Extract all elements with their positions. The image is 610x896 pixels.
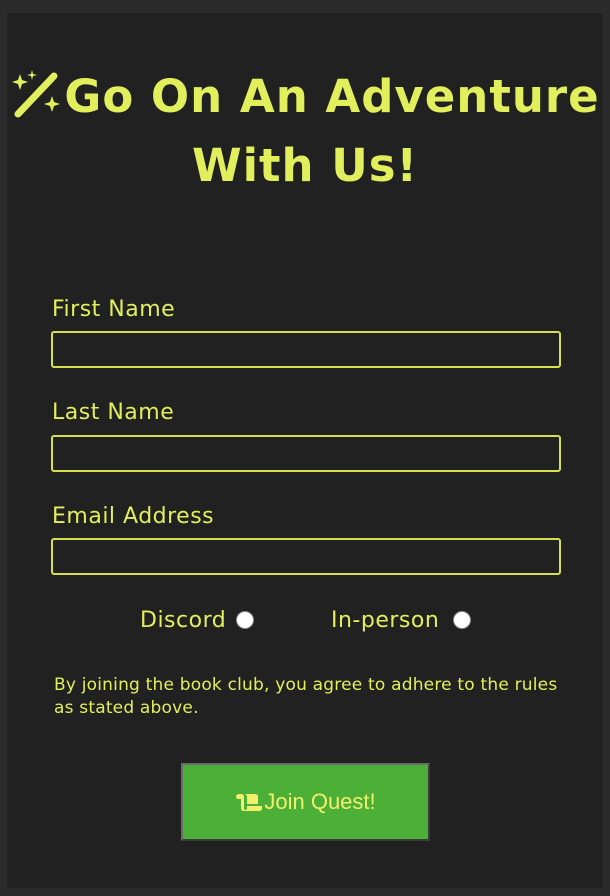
- page-title: Go On An Adventure With Us!: [0, 62, 610, 200]
- first-name-input[interactable]: [51, 331, 561, 368]
- last-name-input[interactable]: [51, 435, 561, 472]
- title-text: Go On An Adventure With Us!: [64, 70, 600, 192]
- discord-option-label: Discord: [140, 608, 227, 633]
- last-name-label: Last Name: [52, 400, 175, 425]
- email-input[interactable]: [51, 538, 561, 575]
- first-name-label: First Name: [52, 297, 176, 322]
- discord-radio[interactable]: [236, 611, 254, 629]
- magic-wand-sparkles-icon: [10, 68, 62, 118]
- in-person-radio[interactable]: [453, 611, 471, 629]
- email-label: Email Address: [52, 504, 215, 529]
- join-quest-label: Join Quest!: [264, 789, 376, 814]
- scroll-icon: [236, 794, 263, 811]
- agreement-text: By joining the book club, you agree to a…: [54, 675, 558, 718]
- in-person-option-label: In-person: [331, 608, 440, 633]
- join-quest-button[interactable]: Join Quest!: [181, 763, 430, 841]
